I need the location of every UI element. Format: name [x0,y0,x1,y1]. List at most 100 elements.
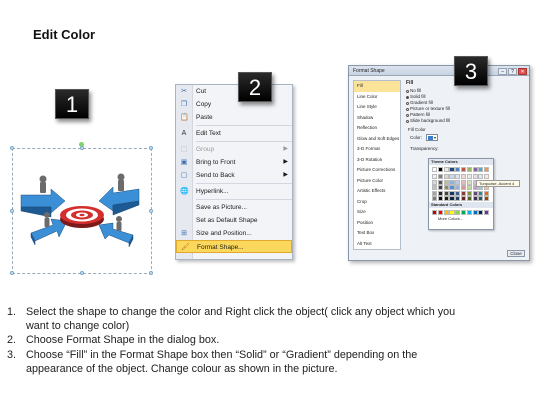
resize-handle[interactable] [149,209,153,213]
radio-button[interactable] [406,89,409,93]
menu-item-hyperlink[interactable]: 🌐 Hyperlink... [176,185,292,198]
color-swatch[interactable] [437,179,443,185]
color-swatch[interactable] [437,174,443,179]
color-swatch[interactable] [478,210,484,216]
color-swatch[interactable] [443,190,449,196]
menu-item-set-as-default-shape[interactable]: Set as Default Shape [176,214,292,227]
color-swatch[interactable] [455,167,461,172]
nav-item-glow-and-soft-edges[interactable]: Glow and Soft Edges [354,134,400,145]
color-swatch[interactable] [432,167,438,172]
resize-handle[interactable] [10,209,14,213]
color-swatch[interactable] [466,190,472,196]
color-swatch[interactable] [455,196,461,202]
color-swatch[interactable] [432,210,438,216]
nav-item-crop[interactable]: Crop [354,197,400,208]
color-swatch[interactable] [466,185,472,191]
color-swatch[interactable] [466,179,472,185]
resize-handle[interactable] [149,146,153,150]
nav-item-alt-text[interactable]: Alt Text [354,239,400,250]
nav-item-picture-color[interactable]: Picture Color [354,176,400,187]
color-swatch[interactable] [460,174,467,179]
color-swatch[interactable] [443,196,449,202]
close-icon[interactable]: ✕ [518,68,527,75]
color-swatch[interactable] [484,196,490,202]
color-swatch[interactable] [460,190,467,196]
selected-shape[interactable] [10,142,153,275]
color-picker-button[interactable]: ▾ [426,134,438,141]
color-swatch[interactable] [432,174,438,179]
minimize-button[interactable]: – [498,68,507,75]
color-swatch[interactable] [455,185,461,191]
dialog-close-button[interactable]: Close [507,250,525,257]
color-swatch[interactable] [455,190,461,196]
color-swatch[interactable] [432,190,438,196]
radio-button[interactable] [406,113,409,117]
color-swatch[interactable] [449,174,455,179]
color-swatch[interactable] [460,196,467,202]
color-swatch[interactable] [449,179,455,185]
menu-item-send-to-back[interactable]: ▢ Send to Back ▶ [176,169,292,182]
help-button[interactable]: ? [508,68,517,75]
color-swatch[interactable] [466,210,472,216]
radio-button[interactable] [406,107,409,111]
color-swatch[interactable] [449,190,455,196]
fill-option-slide-background-fill[interactable]: Slide background fill [406,118,526,124]
radio-button[interactable] [406,101,409,105]
color-swatch[interactable] [484,167,490,172]
more-colors-item[interactable]: More Colors... [429,216,493,222]
color-swatch[interactable] [437,185,443,191]
color-swatch[interactable] [449,210,455,216]
color-swatch[interactable] [472,167,478,172]
resize-handle[interactable] [10,271,14,275]
nav-item-text-box[interactable]: Text Box [354,228,400,239]
resize-handle[interactable] [80,271,84,275]
color-swatch[interactable] [460,167,467,172]
color-swatch[interactable] [449,196,455,202]
menu-item-copy[interactable]: ❐ Copy [176,98,292,111]
color-swatch[interactable] [466,174,472,179]
color-swatch[interactable] [455,174,461,179]
color-swatch[interactable] [432,185,438,191]
nav-item-artistic-effects[interactable]: Artistic Effects [354,186,400,197]
color-swatch[interactable] [484,174,490,179]
color-swatch[interactable] [443,185,449,191]
color-swatch[interactable] [455,210,461,216]
menu-item-paste[interactable]: 📋 Paste [176,111,292,124]
menu-item-group[interactable]: ⬚ Group ▶ [176,143,292,156]
color-swatch[interactable] [443,179,449,185]
color-swatch[interactable] [449,167,455,172]
color-swatch[interactable] [432,179,438,185]
color-swatch[interactable] [478,174,484,179]
color-swatch[interactable] [472,174,478,179]
nav-item-shadow[interactable]: Shadow [354,113,400,124]
nav-item-reflection[interactable]: Reflection [354,123,400,134]
color-swatch[interactable] [443,174,449,179]
color-swatch[interactable] [472,190,478,196]
color-swatch[interactable] [466,167,472,172]
menu-item-bring-to-front[interactable]: ▣ Bring to Front ▶ [176,156,292,169]
menu-item-edit-text[interactable]: A Edit Text [176,127,292,140]
color-swatch[interactable] [472,210,478,216]
nav-item-3-d-format[interactable]: 3-D Format [354,144,400,155]
color-swatch[interactable] [478,167,484,172]
color-swatch[interactable] [437,210,443,216]
color-swatch[interactable] [484,210,490,216]
nav-item-line-style[interactable]: Line Style [354,102,400,113]
color-swatch[interactable] [455,179,461,185]
color-swatch[interactable] [460,179,467,185]
color-swatch[interactable] [460,185,467,191]
nav-item-picture-corrections[interactable]: Picture Corrections [354,165,400,176]
resize-handle[interactable] [149,271,153,275]
menu-item-cut[interactable]: ✂ Cut [176,85,292,98]
nav-item-3-d-rotation[interactable]: 3-D Rotation [354,155,400,166]
radio-button[interactable] [406,119,409,123]
resize-handle[interactable] [10,146,14,150]
resize-handle[interactable] [80,146,84,150]
color-swatch[interactable] [443,167,449,172]
nav-item-line-color[interactable]: Line Color [354,92,400,103]
color-swatch[interactable] [437,167,443,172]
color-swatch[interactable] [478,190,484,196]
color-swatch[interactable] [484,190,490,196]
nav-item-fill[interactable]: Fill [354,81,400,92]
color-swatch[interactable] [478,196,484,202]
